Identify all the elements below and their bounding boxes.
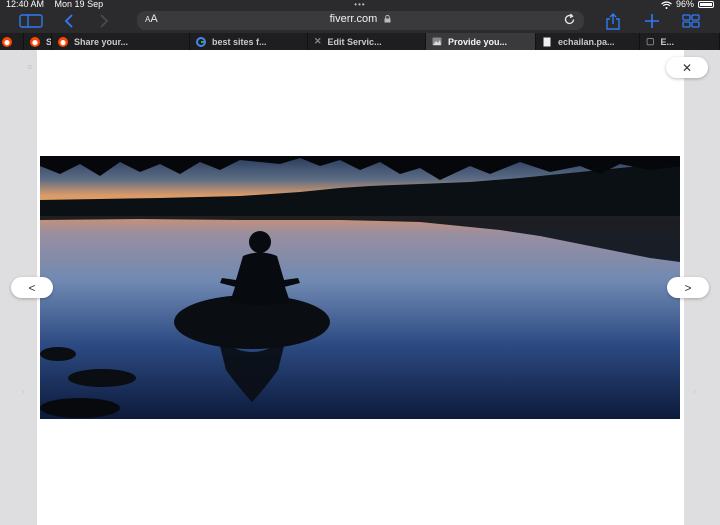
close-lightbox-button[interactable]: ✕	[666, 57, 708, 78]
address-bar[interactable]: AA fiverr.com	[137, 11, 584, 30]
battery-icon	[698, 1, 714, 8]
status-left: 12:40 AM Mon 19 Sep	[6, 0, 111, 9]
menu-icon: ≡	[27, 62, 33, 72]
tab-item[interactable]: best sites f...	[190, 33, 308, 50]
status-date: Mon 19 Sep	[54, 0, 104, 9]
prev-faint-icon: ‹	[22, 386, 25, 396]
tab-item-active[interactable]: Provide you...	[426, 33, 536, 50]
tab-label: best sites f...	[212, 36, 267, 47]
tab-item[interactable]: ✕ Edit Servic...	[308, 33, 426, 50]
reddit-icon	[30, 36, 40, 47]
forward-icon[interactable]	[95, 12, 113, 30]
tab-item[interactable]: ▢ E...	[640, 33, 720, 50]
status-time: 12:40 AM	[6, 0, 45, 9]
next-image-button[interactable]: >	[667, 277, 709, 298]
next-faint-icon: ›	[693, 386, 696, 396]
close-icon: ✕	[681, 60, 693, 75]
tab-item[interactable]: Share your...	[52, 33, 190, 50]
reload-icon[interactable]	[563, 13, 576, 31]
gallery-image[interactable]	[40, 156, 680, 419]
status-bar: 12:40 AM Mon 19 Sep ••• 96%	[0, 0, 720, 9]
tab-label: Edit Servic...	[327, 36, 382, 47]
share-icon[interactable]	[603, 12, 623, 30]
chevron-left-icon: <	[28, 280, 36, 295]
back-icon[interactable]	[60, 12, 78, 30]
image-icon	[432, 37, 442, 47]
reddit-icon	[58, 36, 68, 47]
status-right: 96%	[661, 0, 714, 9]
tab-item[interactable]: echailan.pa...	[536, 33, 640, 50]
previous-image-button[interactable]: <	[11, 277, 53, 298]
battery-fill	[700, 3, 712, 6]
new-tab-icon[interactable]	[642, 12, 662, 30]
browser-toolbar: AA fiverr.com	[0, 9, 720, 33]
tab-label: E...	[660, 36, 675, 47]
screen: 12:40 AM Mon 19 Sep ••• 96% AA fiverr.co…	[0, 0, 720, 525]
meditation-lake-photo	[40, 156, 680, 419]
tab-close-icon[interactable]: ✕	[314, 36, 322, 47]
google-icon	[196, 36, 206, 47]
battery-percent: 96%	[675, 0, 694, 9]
wifi-icon	[661, 0, 672, 9]
chevron-right-icon: >	[684, 280, 692, 295]
page-icon: ▢	[646, 36, 655, 46]
tab-label: Provide you...	[448, 36, 508, 47]
lock-icon	[384, 15, 391, 23]
tab-overview-icon[interactable]	[680, 12, 702, 30]
multitasking-dots-icon[interactable]: •••	[351, 0, 369, 9]
document-icon	[542, 37, 552, 47]
tab-favicon	[2, 36, 12, 47]
tab-item[interactable]	[0, 33, 24, 50]
tab-bar: S Share your... best sites f... ✕ Edit S…	[0, 33, 720, 50]
tab-label: echailan.pa...	[558, 36, 615, 47]
tab-label: Share your...	[74, 36, 129, 47]
tab-item[interactable]: S	[24, 33, 52, 50]
url-display[interactable]: fiverr.com	[137, 13, 584, 25]
url-text: fiverr.com	[329, 13, 378, 25]
sidebar-toggle-icon[interactable]	[18, 12, 44, 30]
